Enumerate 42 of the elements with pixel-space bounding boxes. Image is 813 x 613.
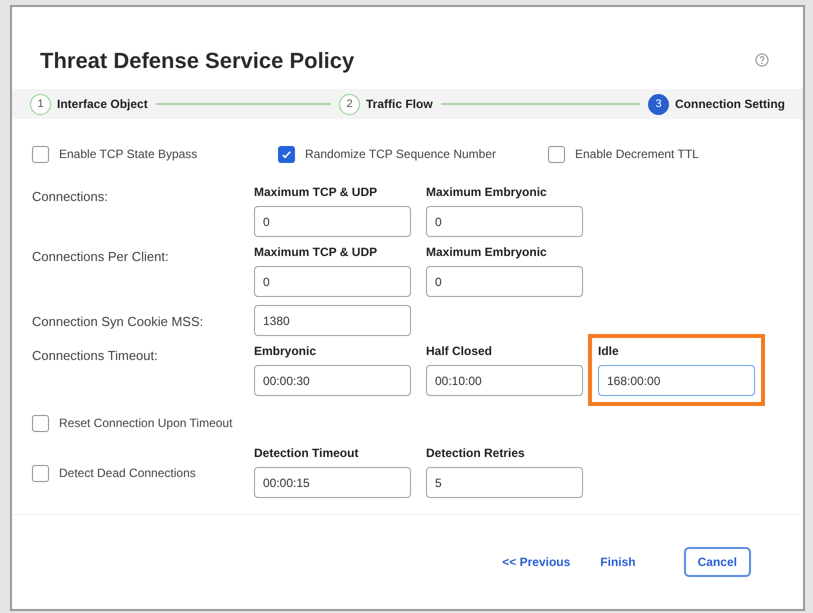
step-tab[interactable]: 2 Traffic Flow <box>339 94 433 114</box>
checkbox[interactable] <box>32 464 49 482</box>
checkbox-label: Randomize TCP Sequence Number <box>305 146 496 163</box>
cancel-button[interactable]: Cancel <box>684 547 751 577</box>
field-label: Maximum Embryonic <box>426 245 548 260</box>
checkbox[interactable] <box>32 146 49 162</box>
input-field[interactable]: 00:00:15 <box>254 467 411 498</box>
checkbox[interactable] <box>548 146 565 162</box>
field-label: Maximum TCP & UDP <box>254 185 378 200</box>
field-label: Maximum Embryonic <box>426 185 548 200</box>
field-label: Maximum TCP & UDP <box>254 245 378 260</box>
input-field[interactable]: 0 <box>426 266 583 297</box>
link-button[interactable]: Finish <box>600 553 636 571</box>
input-field[interactable]: 0 <box>426 206 583 237</box>
field-label: Embryonic <box>254 344 318 359</box>
link-button[interactable]: << Previous <box>502 553 570 571</box>
checkbox-label: Detect Dead Connections <box>59 465 196 482</box>
input-field[interactable]: 00:00:30 <box>254 365 411 396</box>
field-label: Detection Timeout <box>254 446 360 461</box>
dialog-title: Threat Defense Service Policy <box>40 46 354 75</box>
step-tab[interactable]: 3 Connection Setting <box>648 94 785 114</box>
input-field[interactable]: 0 <box>254 266 411 297</box>
input-field[interactable]: 168:00:00 <box>598 365 755 396</box>
checkbox[interactable] <box>32 414 49 432</box>
row-label: Connections: <box>32 188 109 206</box>
field-label: Half Closed <box>426 344 494 359</box>
checkbox-label: Reset Connection Upon Timeout <box>59 415 232 432</box>
input-field[interactable]: 5 <box>426 467 583 498</box>
check-icon <box>281 148 292 160</box>
field-label: Idle <box>598 344 620 359</box>
input-field[interactable]: 0 <box>254 206 411 237</box>
help-icon[interactable] <box>755 53 769 67</box>
checkbox-label: Enable TCP State Bypass <box>59 146 198 163</box>
step-tab[interactable]: 1 Interface Object <box>30 94 148 114</box>
row-label: Connection Syn Cookie MSS: <box>32 313 204 331</box>
input-field[interactable]: 1380 <box>254 305 411 336</box>
checkbox-label: Enable Decrement TTL <box>575 146 699 163</box>
input-field[interactable]: 00:10:00 <box>426 365 583 396</box>
checkbox[interactable] <box>278 146 295 162</box>
row-label: Connections Timeout: <box>32 347 159 365</box>
row-label: Connections Per Client: <box>32 248 170 266</box>
field-label: Detection Retries <box>426 446 526 461</box>
